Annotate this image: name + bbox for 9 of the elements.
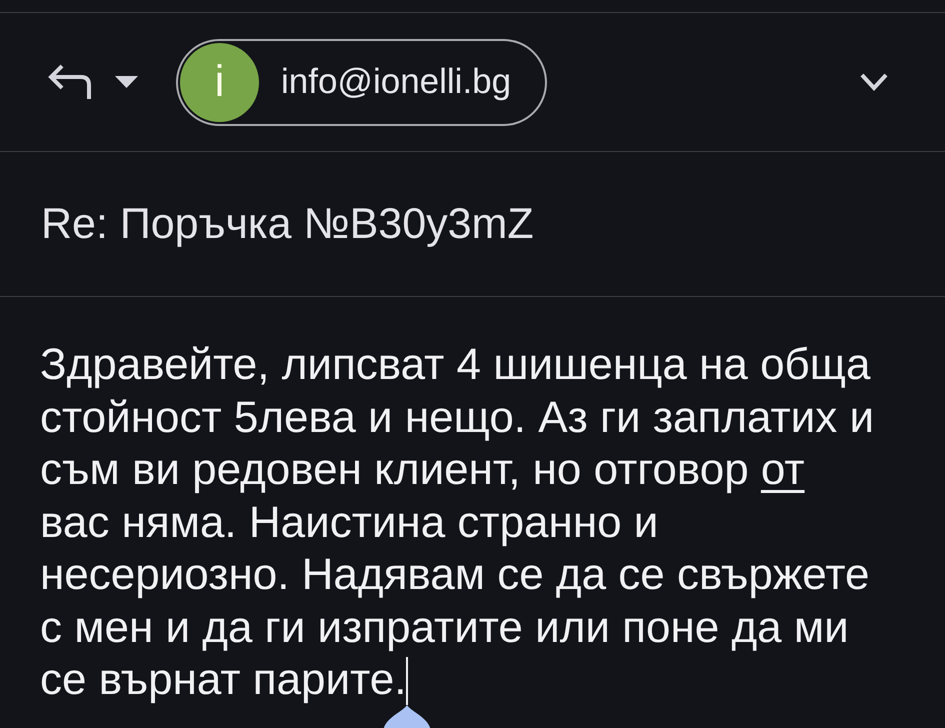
caret-down-icon	[115, 76, 138, 88]
chevron-down-icon	[860, 73, 888, 91]
cursor-handle-icon[interactable]	[383, 705, 432, 728]
message-body-field[interactable]: Здравейте, липсват 4 шишенца на обща стойност 5лева и нещо. Аз ги заплатих и съм ви редовен клиент, но отговор от вас няма. Наистина странно и несериозно. Надявам се да се свържете с мен и да ги изпратите или поне да ми се върнат парите.	[40, 339, 878, 728]
subject-field[interactable]: Re: Поръчка №B30y3mZ	[41, 192, 534, 256]
recipient-chip[interactable]: i info@ionelli.bg	[176, 38, 548, 126]
recipient-avatar: i	[180, 42, 259, 122]
expand-button[interactable]	[858, 71, 890, 93]
reply-icon	[47, 64, 93, 100]
